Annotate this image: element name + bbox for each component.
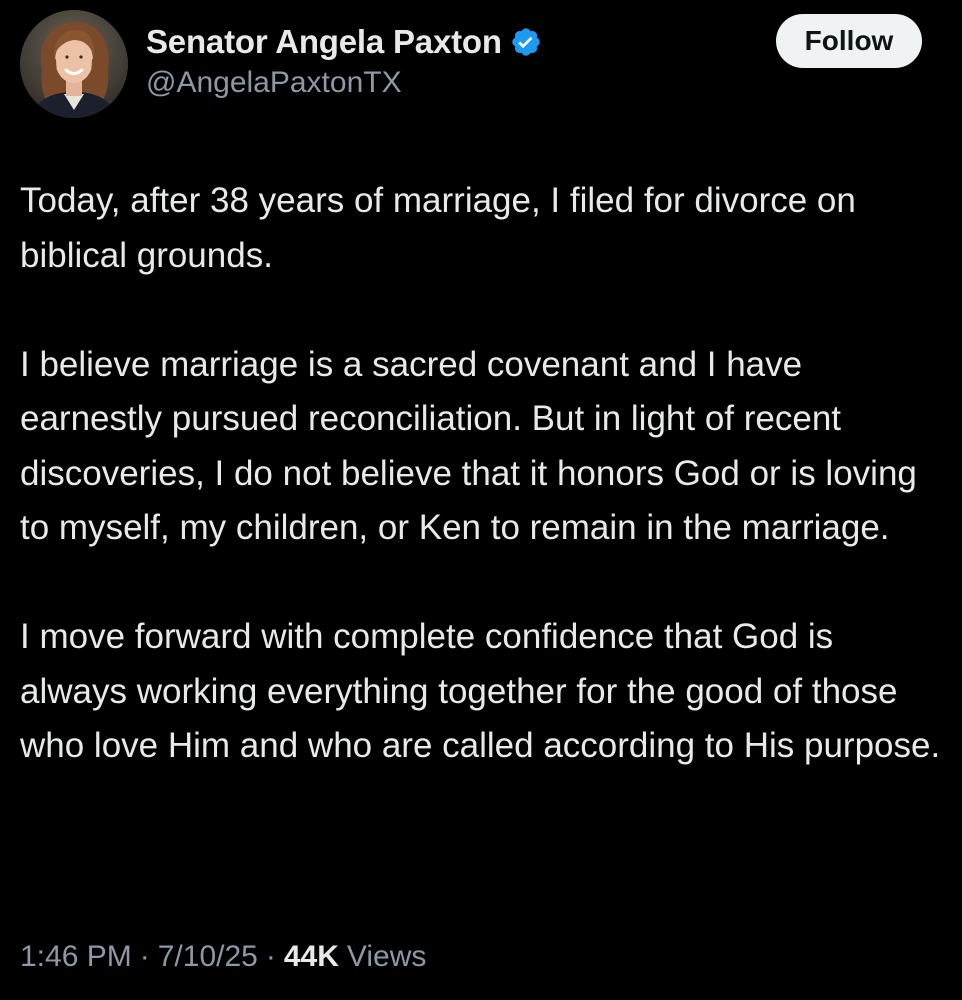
meta-separator: ·	[139, 940, 150, 973]
tweet-time[interactable]: 1:46 PM	[20, 940, 132, 974]
meta-separator: ·	[265, 940, 276, 973]
author-display-name[interactable]: Senator Angela Paxton	[146, 23, 502, 61]
author-handle[interactable]: @AngelaPaxtonTX	[146, 66, 542, 100]
profile-photo-icon	[20, 10, 128, 118]
views-count[interactable]: 44K	[284, 940, 339, 974]
tweet-paragraph: I believe marriage is a sacred covenant …	[20, 344, 917, 548]
tweet-meta: 1:46 PM · 7/10/25 · 44K Views	[20, 940, 426, 974]
verified-badge-icon[interactable]	[510, 26, 542, 58]
views-label[interactable]: Views	[347, 940, 426, 974]
display-name-row: Senator Angela Paxton	[146, 22, 542, 62]
tweet-header: Senator Angela Paxton @AngelaPaxtonTX Fo…	[20, 10, 942, 120]
avatar[interactable]	[20, 10, 128, 118]
tweet-card: Senator Angela Paxton @AngelaPaxtonTX Fo…	[0, 0, 962, 1000]
tweet-paragraph: Today, after 38 years of marriage, I fil…	[20, 181, 856, 275]
author-names: Senator Angela Paxton @AngelaPaxtonTX	[146, 22, 542, 100]
follow-button[interactable]: Follow	[776, 14, 922, 68]
tweet-date[interactable]: 7/10/25	[158, 940, 258, 974]
tweet-text: Today, after 38 years of marriage, I fil…	[20, 174, 945, 774]
tweet-paragraph: I move forward with complete confidence …	[20, 617, 941, 765]
